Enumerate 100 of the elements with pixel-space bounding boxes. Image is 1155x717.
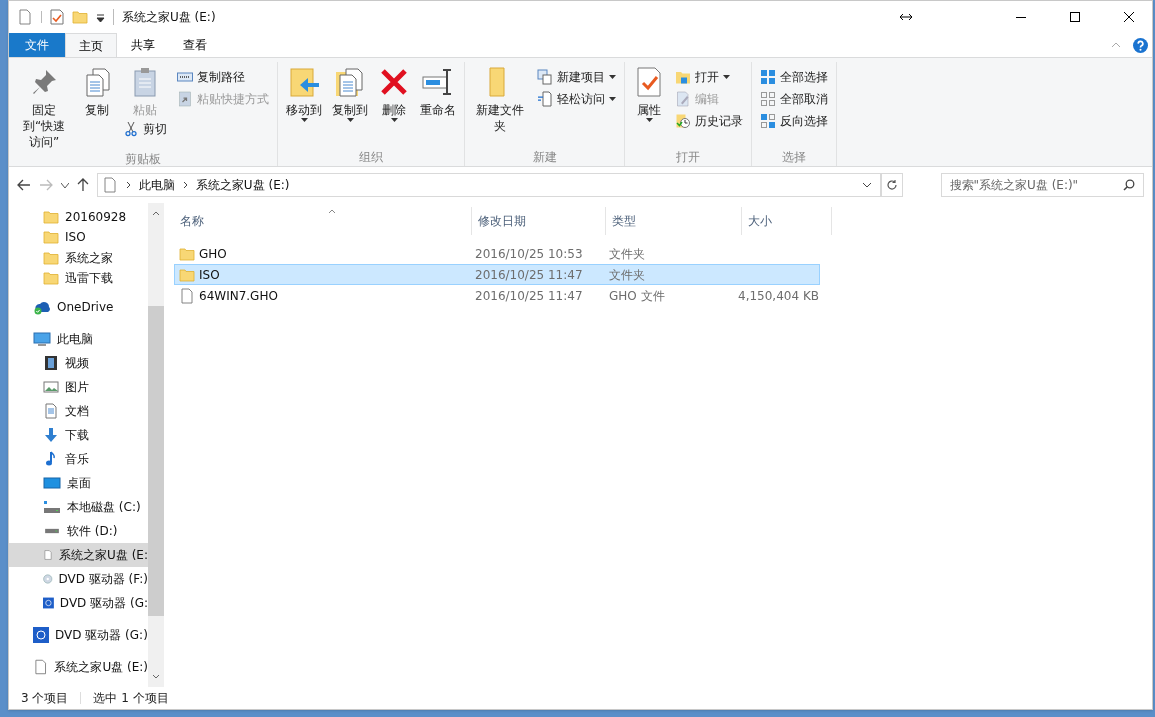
desktop-icon — [43, 475, 61, 491]
column-header[interactable]: 大小 — [742, 207, 832, 235]
ribbon-button[interactable]: 固定到“快速访问” — [13, 62, 75, 150]
group-label: 新建 — [532, 149, 557, 166]
nav-item[interactable]: DVD 驱动器 (F:) — [9, 567, 148, 591]
ribbon-tab[interactable]: 查看 — [169, 33, 221, 57]
recent-caret-icon[interactable] — [60, 182, 69, 188]
nav-item[interactable]: 迅雷下载 — [9, 267, 148, 289]
table-cell-text: 4,150,404 KB — [737, 287, 819, 305]
disc-icon — [43, 571, 53, 587]
ribbon-tab[interactable]: 主页 — [65, 33, 117, 57]
down-arrow-icon — [43, 427, 59, 443]
group-label: 剪贴板 — [125, 151, 161, 166]
ribbon-button[interactable]: 轻松访问 — [533, 88, 620, 110]
nav-item[interactable]: 系统之家U盘 (E: — [9, 543, 148, 567]
ribbon-button[interactable]: 重命名 — [416, 62, 460, 118]
nav-item[interactable]: DVD 驱动器 (G: — [9, 591, 148, 615]
nav-item[interactable]: ISO — [9, 227, 148, 248]
ribbon-button[interactable]: 剪切 — [119, 118, 171, 140]
resize-cursor-icon — [900, 14, 912, 20]
chevron-right-icon[interactable] — [125, 181, 131, 189]
file-row[interactable]: 64WIN7.GHO 2016/10/25 11:47 GHO 文件 4,150,404 KB — [174, 285, 820, 306]
nav-item[interactable]: 桌面 — [9, 471, 148, 495]
ribbon-button[interactable]: 新建文件夹 — [469, 62, 531, 134]
group-label: 组织 — [359, 149, 383, 166]
search-field[interactable]: 搜索"系统之家U盘 (E:)" — [940, 173, 1144, 197]
column-header[interactable]: 类型 — [606, 207, 742, 235]
file-row[interactable]: GHO 2016/10/25 10:53 文件夹 — [174, 243, 820, 264]
column-header[interactable]: 修改日期 — [472, 207, 606, 235]
address-bar[interactable]: 此电脑 系统之家U盘 (E:) — [96, 173, 881, 197]
help-icon[interactable] — [1133, 38, 1148, 53]
drive-icon — [43, 499, 61, 515]
folder-icon — [43, 229, 59, 246]
caret-icon — [300, 118, 308, 122]
file-row[interactable]: ISO 2016/10/25 11:47 文件夹 — [174, 264, 820, 285]
ribbon-button[interactable]: 历史记录 — [671, 110, 747, 132]
ribbon-button[interactable]: 复制路径 — [173, 66, 273, 88]
rename-icon — [422, 66, 454, 98]
caret-icon — [609, 75, 616, 79]
folder-icon — [43, 249, 59, 266]
ribbon-button[interactable]: 新建项目 — [533, 66, 620, 88]
breadcrumb-link[interactable]: 系统之家U盘 (E:) — [195, 176, 290, 194]
nav-item[interactable]: OneDrive — [9, 295, 148, 319]
checklist-icon[interactable] — [50, 9, 64, 25]
picture-icon — [43, 379, 59, 395]
caret-icon — [645, 118, 653, 122]
ribbon-button[interactable]: 属性 — [629, 62, 669, 122]
nav-item[interactable]: 本地磁盘 (C:) — [9, 495, 148, 519]
item-count: 3 个项目 — [21, 690, 69, 707]
back-arrow-icon[interactable] — [17, 179, 31, 191]
nav-item[interactable]: 系统之家U盘 (E:) — [9, 655, 148, 679]
column-header[interactable]: 名称 — [174, 207, 472, 235]
refresh-button[interactable] — [880, 173, 903, 197]
scroll-up-icon[interactable] — [152, 211, 160, 216]
ribbon-button[interactable]: 删除 — [374, 62, 414, 122]
chevron-right-icon[interactable] — [182, 181, 188, 189]
history-icon — [675, 113, 691, 129]
file-icon — [179, 287, 195, 304]
folder-open-icon — [675, 69, 691, 85]
ribbon-button[interactable]: 打开 — [671, 66, 747, 88]
nav-item[interactable]: 文档 — [9, 399, 148, 423]
breadcrumb-link[interactable]: 此电脑 — [138, 176, 175, 194]
ribbon-button[interactable]: 全部取消 — [756, 88, 832, 110]
nav-item[interactable]: 视频 — [9, 351, 148, 375]
nav-item[interactable]: 软件 (D:) — [9, 519, 148, 543]
file-tab[interactable]: 文件 — [9, 33, 65, 57]
up-arrow-icon[interactable] — [76, 178, 89, 192]
nav-item[interactable]: 此电脑 — [9, 327, 148, 351]
folder-icon — [43, 270, 59, 287]
nav-item[interactable]: 下载 — [9, 423, 148, 447]
documents-icon — [334, 66, 366, 98]
caret-icon — [609, 97, 616, 101]
selection-count: 选中 1 个项目 — [93, 690, 169, 707]
dropdown-icon[interactable] — [96, 12, 105, 22]
ribbon-button[interactable]: 全部选择 — [756, 66, 832, 88]
nav-item[interactable]: 图片 — [9, 375, 148, 399]
chevron-down-icon[interactable] — [861, 182, 872, 188]
ribbon-button[interactable]: 复制到 — [328, 62, 372, 122]
nav-item[interactable]: 系统之家 — [9, 247, 148, 268]
nav-item[interactable]: 音乐 — [9, 447, 148, 471]
new-item-icon — [537, 69, 553, 85]
nav-item[interactable]: DVD 驱动器 (G:) — [9, 623, 148, 647]
table-cell-text: GHO 文件 — [608, 287, 666, 305]
window-title: 系统之家U盘 (E:) — [122, 9, 216, 26]
grid-icon — [760, 91, 776, 107]
group-label: 打开 — [676, 149, 700, 166]
scroll-down-icon[interactable] — [152, 674, 160, 679]
file-icon — [101, 177, 118, 193]
group-label: 选择 — [782, 149, 806, 166]
folder-icon — [179, 266, 195, 283]
sort-caret-icon — [328, 209, 336, 214]
ribbon-button[interactable]: 复制 — [77, 62, 117, 118]
file-name: GHO — [199, 245, 227, 263]
nav-item[interactable]: 20160928 — [9, 207, 148, 228]
ribbon-button[interactable]: 移动到 — [282, 62, 326, 122]
ribbon-button[interactable]: 反向选择 — [756, 110, 832, 132]
scrollbar[interactable] — [148, 203, 164, 687]
maximize-icon — [1070, 12, 1080, 22]
document-icon — [537, 91, 553, 107]
ribbon-tab[interactable]: 共享 — [117, 33, 169, 57]
